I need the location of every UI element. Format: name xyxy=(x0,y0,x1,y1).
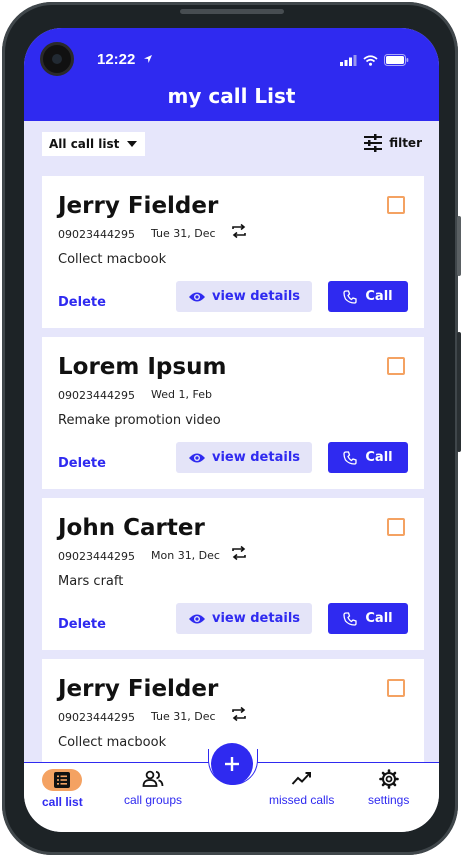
view-details-button[interactable]: view details xyxy=(176,281,312,312)
call-button[interactable]: Call xyxy=(328,281,408,312)
view-details-label: view details xyxy=(211,450,301,465)
nav-label: call list xyxy=(42,795,83,809)
page-title: my call List xyxy=(167,84,296,108)
chevron-down-icon xyxy=(127,141,137,147)
nav-label: settings xyxy=(368,793,410,807)
contact-name: John Carter xyxy=(58,515,205,541)
list-toolbar: All call list filter xyxy=(42,132,422,158)
phone-icon xyxy=(343,289,358,304)
call-button[interactable]: Call xyxy=(328,442,408,473)
active-indicator xyxy=(42,769,83,791)
call-list-select[interactable]: All call list xyxy=(42,132,145,156)
phone-number: 09023444295 xyxy=(58,389,135,402)
repeat-icon xyxy=(232,545,246,561)
location-arrow-icon xyxy=(143,55,152,63)
select-value: All call list xyxy=(49,137,120,151)
complete-checkbox[interactable] xyxy=(387,518,405,536)
repeat-icon xyxy=(232,706,246,722)
complete-checkbox[interactable] xyxy=(387,196,405,214)
filter-label: filter xyxy=(389,136,422,150)
call-date: Wed 1, Feb xyxy=(151,388,212,401)
call-task: Collect macbook xyxy=(58,252,167,267)
nav-item-settings[interactable]: settings xyxy=(368,769,409,807)
call-date: Tue 31, Dec xyxy=(151,710,216,723)
phone-frame: 12:22 my call List All call list filter … xyxy=(2,2,461,855)
nav-label: call groups xyxy=(124,793,183,807)
call-label: Call xyxy=(365,611,393,626)
call-task: Mars craft xyxy=(58,574,124,589)
filter-button[interactable]: filter xyxy=(363,134,422,152)
trend-icon xyxy=(291,772,311,785)
call-task: Remake promotion video xyxy=(58,413,221,428)
phone-icon xyxy=(343,611,358,626)
call-label: Call xyxy=(365,289,393,304)
call-label: Call xyxy=(365,450,393,465)
delete-button[interactable]: Delete xyxy=(58,617,106,632)
power-button xyxy=(457,332,461,452)
complete-checkbox[interactable] xyxy=(387,679,405,697)
delete-button[interactable]: Delete xyxy=(58,295,106,310)
app-header: 12:22 my call List xyxy=(24,28,439,121)
status-icons xyxy=(340,54,409,66)
sliders-icon xyxy=(364,134,383,152)
call-card: Lorem Ipsum 09023444295 Wed 1, Feb Remak… xyxy=(42,337,424,489)
nav-label: missed calls xyxy=(269,793,335,807)
screen: 12:22 my call List All call list filter … xyxy=(24,28,439,832)
plus-icon xyxy=(225,757,239,771)
nav-item-missed-calls[interactable]: missed calls xyxy=(269,769,334,807)
signal-icon xyxy=(340,54,357,66)
eye-icon xyxy=(188,292,205,301)
nav-item-call-list[interactable]: call list xyxy=(42,769,83,809)
people-icon xyxy=(142,770,164,787)
repeat-icon xyxy=(232,223,246,239)
delete-button[interactable]: Delete xyxy=(58,456,106,471)
call-task: Collect macbook xyxy=(58,735,167,750)
contact-name: Lorem Ipsum xyxy=(58,354,227,380)
complete-checkbox[interactable] xyxy=(387,357,405,375)
volume-button xyxy=(457,216,461,276)
view-details-button[interactable]: view details xyxy=(176,603,312,634)
phone-number: 09023444295 xyxy=(58,228,135,241)
phone-icon xyxy=(343,450,358,465)
view-details-label: view details xyxy=(211,289,301,304)
speaker-grille xyxy=(180,9,284,14)
contact-name: Jerry Fielder xyxy=(58,676,219,702)
contact-name: Jerry Fielder xyxy=(58,193,219,219)
view-details-button[interactable]: view details xyxy=(176,442,312,473)
call-card: John Carter 09023444295 Mon 31, Dec Mars… xyxy=(42,498,424,650)
front-camera xyxy=(40,42,74,76)
call-card: Jerry Fielder 09023444295 Tue 31, Dec Co… xyxy=(42,176,424,328)
wifi-icon xyxy=(363,54,378,66)
status-time: 12:22 xyxy=(97,51,153,68)
list-icon xyxy=(54,772,71,788)
eye-icon xyxy=(188,614,205,623)
call-button[interactable]: Call xyxy=(328,603,408,634)
battery-icon xyxy=(384,54,409,66)
phone-number: 09023444295 xyxy=(58,711,135,724)
call-date: Tue 31, Dec xyxy=(151,227,216,240)
add-call-button[interactable] xyxy=(211,743,253,785)
nav-item-call-groups[interactable]: call groups xyxy=(124,769,182,807)
eye-icon xyxy=(188,453,205,462)
view-details-label: view details xyxy=(211,611,301,626)
call-date: Mon 31, Dec xyxy=(151,549,220,562)
phone-number: 09023444295 xyxy=(58,550,135,563)
gear-icon xyxy=(378,769,399,789)
bottom-navigation: call list call groups missed calls setti… xyxy=(24,743,439,832)
